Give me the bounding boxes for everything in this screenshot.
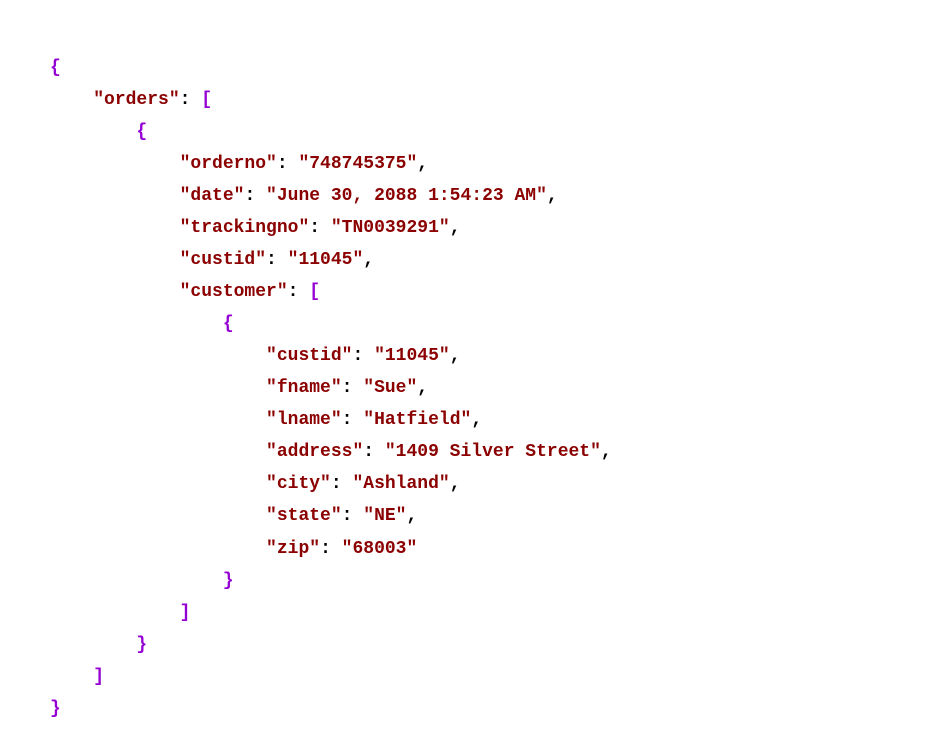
key-trackingno: "trackingno": [180, 218, 310, 238]
val-orderno: "748745375": [298, 154, 417, 174]
val-date: "June 30, 2088 1:54:23 AM": [266, 186, 547, 206]
open-brace-order: {: [136, 122, 147, 142]
val-custid2: "11045": [374, 346, 450, 366]
val-lname: "Hatfield": [363, 410, 471, 430]
key-lname: "lname": [266, 410, 342, 430]
val-state: "NE": [363, 506, 406, 526]
key-zip: "zip": [266, 539, 320, 559]
key-city: "city": [266, 474, 331, 494]
val-city: "Ashland": [352, 474, 449, 494]
key-customer: "customer": [180, 282, 288, 302]
val-address: "1409 Silver Street": [385, 442, 601, 462]
close-bracket-customer: ]: [180, 603, 191, 623]
key-orders: "orders": [93, 90, 179, 110]
key-address: "address": [266, 442, 363, 462]
val-fname: "Sue": [363, 378, 417, 398]
open-bracket-customer: [: [309, 282, 320, 302]
close-brace-customer: }: [223, 571, 234, 591]
open-bracket-orders: [: [201, 90, 212, 110]
key-date: "date": [180, 186, 245, 206]
val-custid: "11045": [288, 250, 364, 270]
open-brace-customer: {: [223, 314, 234, 334]
val-zip: "68003": [342, 539, 418, 559]
key-custid2: "custid": [266, 346, 352, 366]
json-code-block: { "orders": [ { "orderno": "748745375", …: [50, 20, 944, 725]
key-custid: "custid": [180, 250, 266, 270]
key-state: "state": [266, 506, 342, 526]
key-orderno: "orderno": [180, 154, 277, 174]
close-bracket-orders: ]: [93, 667, 104, 687]
close-brace-order: }: [136, 635, 147, 655]
close-brace-root: }: [50, 699, 61, 719]
key-fname: "fname": [266, 378, 342, 398]
val-trackingno: "TN0039291": [331, 218, 450, 238]
open-brace-root: {: [50, 58, 61, 78]
